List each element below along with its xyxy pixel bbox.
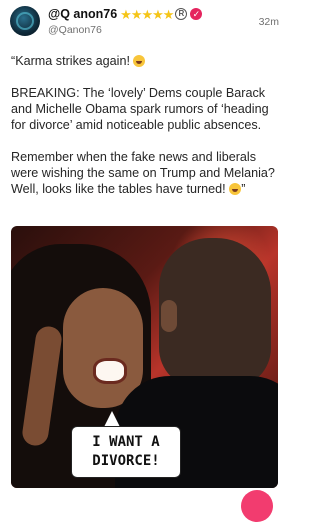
display-name[interactable]: @Q anon76: [48, 7, 117, 21]
speech-bubble: I WANT A DIVORCE!: [71, 426, 181, 478]
post-timestamp: 32m: [258, 16, 279, 28]
post-paragraph-3: Remember when the fake news and liberals…: [11, 150, 275, 196]
avatar-ring: [16, 12, 34, 30]
star-icon: ★: [120, 6, 132, 22]
woman-mouth: [93, 358, 127, 384]
speech-bubble-line-2: DIVORCE!: [92, 453, 160, 469]
laughing-face-emoji-icon: [133, 55, 146, 67]
star-icon: ★: [162, 6, 175, 22]
speech-bubble-line-1: I WANT A: [92, 434, 160, 450]
floating-action-button[interactable]: [241, 490, 273, 522]
star-icon: ★: [130, 6, 143, 22]
man-ear: [161, 300, 177, 332]
speech-bubble-tail: [104, 411, 120, 427]
name-row: @Q anon76 ★ ★ ★ ★ ★ R ✓: [48, 6, 203, 22]
star-icon: ★: [141, 6, 153, 22]
avatar[interactable]: [10, 6, 40, 36]
rating-stars: ★ ★ ★ ★ ★: [120, 6, 175, 22]
user-handle[interactable]: @Qanon76: [48, 24, 102, 36]
laughing-face-emoji-icon: [229, 183, 242, 195]
post-paragraph-1: “Karma strikes again!: [11, 53, 281, 69]
post-header: @Q anon76 ★ ★ ★ ★ ★ R ✓ @Qanon76 32m: [0, 0, 289, 48]
post-body: “Karma strikes again! BREAKING: The ‘lov…: [11, 53, 281, 213]
star-icon: ★: [152, 6, 164, 22]
woman-face: [63, 288, 143, 408]
verified-badge-icon: ✓: [190, 8, 203, 20]
post-paragraph-2: BREAKING: The ‘lovely’ Dems couple Barac…: [11, 86, 269, 132]
registered-mark-icon: R: [175, 8, 188, 20]
post-image[interactable]: I WANT A DIVORCE!: [11, 226, 278, 488]
